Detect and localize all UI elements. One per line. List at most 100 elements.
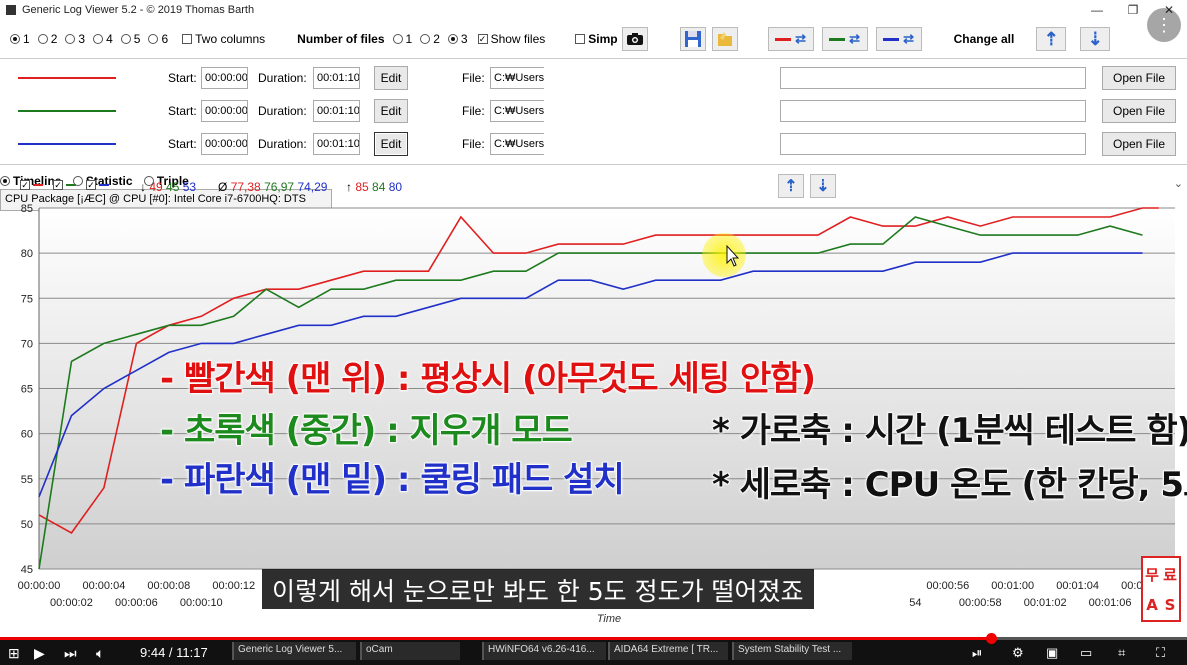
- start-field[interactable]: 00:00:00: [201, 67, 248, 89]
- red-line-swatch: [775, 37, 792, 41]
- taskbar-item[interactable]: oCam: [360, 642, 460, 660]
- y-tick-label: 70: [21, 338, 33, 350]
- toggle-red-checkbox[interactable]: ✓: [20, 180, 43, 190]
- swap-blue-button[interactable]: ⇄: [875, 27, 922, 51]
- y-tick-label: 55: [21, 474, 33, 486]
- y-tick-label: 60: [21, 429, 33, 441]
- edit-button[interactable]: Edit: [374, 66, 408, 90]
- file-path-field-end[interactable]: [780, 100, 1086, 122]
- taskbar-item[interactable]: AIDA64 Extreme [ TR...: [608, 642, 728, 660]
- two-columns-checkbox[interactable]: Two columns: [182, 32, 265, 46]
- settings-gear-icon[interactable]: ⚙: [1012, 645, 1024, 661]
- duration-field[interactable]: 00:01:10: [313, 100, 360, 122]
- screenshot-camera-button[interactable]: [621, 27, 648, 51]
- file-label: File:: [462, 137, 485, 151]
- x-tick-label: 00:01:00: [991, 580, 1034, 592]
- edit-button[interactable]: Edit: [374, 132, 408, 156]
- miniplayer-icon[interactable]: ▣: [1046, 645, 1058, 661]
- file-path-field-end[interactable]: [780, 67, 1086, 89]
- duration-field[interactable]: 00:01:10: [313, 133, 360, 155]
- minimize-button[interactable]: —: [1079, 0, 1115, 20]
- overlay-line-blue: - 파란색 (맨 밑) : 쿨링 패드 설치: [159, 459, 625, 501]
- file-path-field-end[interactable]: [780, 133, 1086, 155]
- start-label: Start:: [168, 137, 197, 151]
- file-row-3: Start: 00:00:00 Duration: 00:01:10 Edit …: [0, 130, 1187, 158]
- duration-label: Duration:: [258, 104, 307, 118]
- taskbar-item[interactable]: Generic Log Viewer 5...: [232, 642, 356, 660]
- series-color-line-blue: [18, 143, 116, 145]
- series-color-line-red: [18, 77, 116, 79]
- x-axis-label: Time: [597, 613, 621, 625]
- simple-checkbox[interactable]: Simp: [575, 32, 618, 46]
- save-button[interactable]: [679, 27, 706, 51]
- x-tick-label: 00:00:56: [926, 580, 969, 592]
- file-count-radio-3[interactable]: 3: [447, 32, 468, 46]
- play-icon[interactable]: ▶: [34, 645, 45, 662]
- start-field[interactable]: 00:00:00: [201, 100, 248, 122]
- open-folder-button[interactable]: [711, 27, 738, 51]
- avg-value-blue: 74,29: [297, 180, 328, 194]
- file-count-radio-1[interactable]: 1: [392, 32, 412, 46]
- overlay-note-y-axis: * 세로축 : CPU 온도 (한 칸당, 5도): [711, 464, 1187, 506]
- y-tick-label: 85: [21, 203, 33, 215]
- y-tick-label: 80: [21, 248, 33, 260]
- open-file-button[interactable]: Open File: [1102, 132, 1176, 156]
- swap-icon: ⇄: [849, 31, 861, 46]
- move-down-button[interactable]: ⇣: [1080, 27, 1111, 51]
- column-radio-4[interactable]: 4: [93, 32, 113, 46]
- arrow-up-icon: ⇡: [784, 178, 798, 195]
- fullscreen-icon[interactable]: ⛶: [1156, 645, 1165, 661]
- arrow-down-icon: ⇣: [1087, 28, 1103, 49]
- windows-start-icon[interactable]: ⊞: [8, 645, 20, 662]
- file-path-field[interactable]: C:₩Users₩: [490, 67, 544, 89]
- column-radio-5[interactable]: 5: [120, 32, 140, 46]
- taskbar-item[interactable]: HWiNFO64 v6.26-416...: [482, 642, 606, 660]
- file-path-field[interactable]: C:₩Users₩: [490, 133, 544, 155]
- y-tick-label: 75: [21, 293, 33, 305]
- video-player-bar: ⊞ ▶ ⏭ 🔈︎ 9:44 / 11:17 Generic Log Viewer…: [0, 633, 1187, 665]
- file-path-field[interactable]: C:₩Users₩: [490, 100, 544, 122]
- channel-logo: 무 료 A S: [1141, 556, 1181, 622]
- progress-knob[interactable]: [986, 633, 998, 644]
- toggle-blue-checkbox[interactable]: ✓: [86, 180, 109, 190]
- taskbar-item[interactable]: System Stability Test ...: [732, 642, 852, 660]
- start-label: Start:: [168, 71, 197, 85]
- next-icon[interactable]: ⏭: [64, 645, 77, 662]
- progress-fill: [0, 637, 992, 640]
- autoplay-icon[interactable]: ⏯: [972, 645, 982, 661]
- logo-char: 무: [1145, 565, 1159, 584]
- maximize-button[interactable]: ❐: [1115, 0, 1151, 20]
- swap-red-button[interactable]: ⇄: [767, 27, 814, 51]
- theater-mode-icon[interactable]: ▭: [1080, 645, 1092, 661]
- log-viewer-window: Generic Log Viewer 5.2 - © 2019 Thomas B…: [0, 0, 1187, 637]
- column-radio-3[interactable]: 3: [65, 32, 85, 46]
- duration-field[interactable]: 00:01:10: [313, 67, 360, 89]
- start-field[interactable]: 00:00:00: [201, 133, 248, 155]
- x-tick-label: 00:01:04: [1056, 580, 1099, 592]
- arrow-up-icon: ⇡: [1043, 28, 1059, 49]
- volume-icon[interactable]: 🔈︎: [96, 645, 104, 662]
- column-radio-2[interactable]: 2: [37, 32, 57, 46]
- column-count-group: 1 2 3 4 5 6: [10, 32, 176, 46]
- arrow-down-icon: ⇣: [816, 178, 830, 195]
- file-count-radio-2[interactable]: 2: [420, 32, 440, 46]
- chart-down-button[interactable]: ⇣: [810, 174, 836, 198]
- blue-line-swatch: [883, 37, 900, 41]
- cast-icon[interactable]: ⌗: [1118, 645, 1125, 661]
- open-file-button[interactable]: Open File: [1102, 99, 1176, 123]
- max-stats: ↑ 85 84 80: [346, 180, 402, 194]
- x-tick-label: 00:00:04: [83, 580, 126, 592]
- file-label: File:: [462, 104, 485, 118]
- open-file-button[interactable]: Open File: [1102, 66, 1176, 90]
- edit-button[interactable]: Edit: [374, 99, 408, 123]
- move-up-button[interactable]: ⇡: [1036, 27, 1067, 51]
- progress-bar[interactable]: [0, 633, 1187, 644]
- more-options-icon[interactable]: ⋮: [1147, 8, 1181, 42]
- swap-green-button[interactable]: ⇄: [821, 27, 868, 51]
- divider: [0, 164, 1187, 165]
- column-radio-1[interactable]: 1: [10, 32, 30, 46]
- show-files-checkbox[interactable]: ✓ Show files: [477, 32, 545, 46]
- toolbar: 1 2 3 4 5 6 Two columns Number of files …: [0, 24, 1187, 54]
- chart-up-button[interactable]: ⇡: [778, 174, 804, 198]
- column-radio-6[interactable]: 6: [148, 32, 168, 46]
